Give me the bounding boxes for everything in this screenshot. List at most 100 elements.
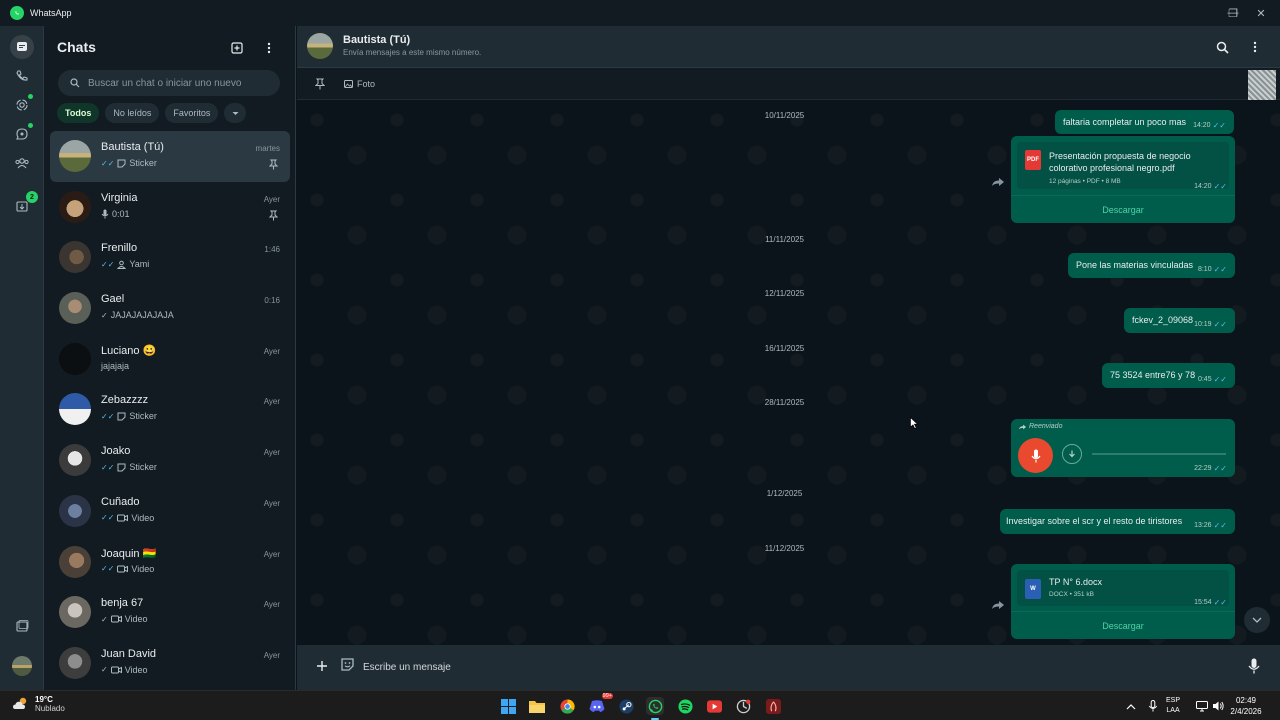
chat-row-juan-david[interactable]: Juan David ✓ Video Ayer: [50, 638, 290, 689]
message-bubble[interactable]: Pone las materias vinculadas 8:10 ✓✓: [1068, 253, 1235, 278]
avatar[interactable]: [307, 33, 333, 59]
archived-badge: 2: [26, 191, 38, 203]
weather-widget[interactable]: 19°C Nublado: [12, 695, 65, 713]
video-app-button[interactable]: [705, 697, 723, 715]
message-bubble[interactable]: faltaria completar un poco mas 14:20 ✓✓: [1055, 110, 1234, 134]
chat-preview: ✓✓ Sticker: [101, 158, 157, 168]
chat-row-luciano[interactable]: Luciano 😀 jajajaja Ayer: [50, 334, 290, 385]
communities-nav-button[interactable]: [10, 151, 34, 175]
microphone-tray-icon[interactable]: [1147, 700, 1159, 712]
chats-nav-button[interactable]: [10, 35, 34, 59]
weather-text: Nublado: [35, 704, 65, 713]
steam-button[interactable]: [617, 697, 635, 715]
date-separator: 16/11/2025: [764, 344, 805, 353]
game-launcher-button[interactable]: [734, 697, 752, 715]
chat-row-joaquin[interactable]: Joaquin 🇧🇴 ✓✓ Video Ayer: [50, 537, 290, 588]
profile-nav-button[interactable]: [10, 654, 34, 678]
start-button[interactable]: [499, 697, 517, 715]
discord-button[interactable]: 99+: [588, 693, 613, 715]
chat-list-panel: Chats Buscar un chat o iniciar uno nuevo…: [44, 26, 296, 690]
close-button[interactable]: ✕: [1246, 0, 1276, 26]
download-button[interactable]: Descargar: [1011, 195, 1235, 223]
input-language[interactable]: ESP LAA: [1166, 696, 1180, 716]
chat-row-zebazzzz[interactable]: Zebazzzz ✓✓ Sticker Ayer: [50, 384, 290, 435]
chat-row-cunado[interactable]: Cuñado ✓✓ Video Ayer: [50, 486, 290, 537]
message-meta: 10:19 ✓✓: [1194, 320, 1227, 329]
avatar: [59, 393, 91, 426]
other-app-button[interactable]: [764, 697, 782, 715]
clock-time: 02:49: [1235, 696, 1257, 705]
read-ticks-icon: ✓✓: [1213, 320, 1227, 329]
chat-row-benja[interactable]: benja 67 ✓ Video Ayer: [50, 587, 290, 638]
chat-preview: ✓✓ Sticker: [101, 411, 157, 422]
pin-icon: [269, 210, 278, 221]
restore-icon: ❐: [1228, 7, 1238, 20]
microphone-icon: [101, 209, 109, 219]
chat-menu-button[interactable]: [1246, 38, 1264, 56]
chat-contact-name[interactable]: Bautista (Tú): [343, 34, 410, 46]
message-bubble[interactable]: 75 3524 entre76 y 78 0:45 ✓✓: [1102, 363, 1235, 388]
download-audio-button[interactable]: [1062, 444, 1082, 464]
attach-button[interactable]: [314, 658, 330, 674]
whatsapp-taskbar-button[interactable]: [646, 697, 664, 720]
file-message-bubble[interactable]: W TP N° 6.docx DOCX • 351 kB 15:54 ✓✓ Des…: [1011, 564, 1235, 639]
restore-button[interactable]: ❐: [1218, 0, 1248, 26]
avatar: [59, 190, 91, 223]
chevron-down-icon: [1252, 617, 1262, 623]
filter-favoritos[interactable]: Favoritos: [165, 103, 219, 123]
pinned-message-bar[interactable]: Foto: [297, 68, 1280, 102]
pdf-file-icon: PDF: [1025, 150, 1041, 170]
date-separator: 12/11/2025: [764, 289, 805, 298]
chat-time: 1:46: [264, 245, 280, 255]
chat-row-bautista[interactable]: Bautista (Tú) ✓✓ Sticker martes: [50, 131, 290, 182]
chats-menu-button[interactable]: [259, 38, 279, 58]
avatar: [59, 140, 91, 172]
chat-time: 0:16: [264, 296, 280, 306]
chat-row-frenillo[interactable]: Frenillo ✓✓ Yami 1:46: [50, 232, 290, 283]
chat-row-gael[interactable]: Gael ✓ JAJAJAJAJAJA 0:16: [50, 283, 290, 334]
network-icon[interactable]: [1196, 700, 1208, 712]
download-button[interactable]: Descargar: [1011, 611, 1235, 639]
chat-list: Bautista (Tú) ✓✓ Sticker martes Virginia …: [50, 131, 290, 689]
windows-taskbar: 19°C Nublado 99+ ESP LAA 02:49 2/4/2026: [0, 690, 1280, 720]
spotify-button[interactable]: [676, 697, 694, 715]
forward-button[interactable]: [991, 597, 1005, 609]
message-input[interactable]: [363, 654, 1243, 680]
photo-icon: [344, 80, 353, 88]
audio-progress-track[interactable]: [1092, 453, 1226, 455]
clock[interactable]: 02:49 2/4/2026: [1228, 695, 1264, 717]
voice-message-bubble[interactable]: Reenviado 22:29 ✓✓: [1011, 419, 1235, 477]
plus-icon: [317, 661, 327, 671]
voice-avatar: [1018, 438, 1053, 473]
temperature: 19°C: [35, 695, 53, 704]
scroll-to-bottom-button[interactable]: [1244, 607, 1270, 633]
message-bubble[interactable]: fckev_2_09068 10:19 ✓✓: [1124, 308, 1235, 333]
filter-todos[interactable]: Todos: [57, 103, 100, 123]
forward-button[interactable]: [991, 174, 1005, 186]
new-chat-button[interactable]: [227, 38, 247, 58]
voice-record-button[interactable]: [1248, 658, 1262, 674]
chat-row-virginia[interactable]: Virginia 0:01 Ayer: [50, 182, 290, 233]
chat-preview: jajajaja: [101, 360, 130, 371]
chat-search-input[interactable]: Buscar un chat o iniciar uno nuevo: [58, 70, 280, 96]
message-bubble[interactable]: Investigar sobre el scr y el resto de ti…: [1000, 509, 1235, 534]
filter-more-button[interactable]: [224, 103, 247, 123]
file-explorer-button[interactable]: [528, 697, 546, 715]
pinned-thumbnail[interactable]: [1248, 70, 1276, 102]
file-message-bubble[interactable]: PDF Presentación propuesta de negocio co…: [1011, 136, 1235, 223]
chat-header[interactable]: Bautista (Tú) Envía mensajes a este mism…: [297, 26, 1280, 68]
chats-icon: [17, 42, 27, 51]
more-options-icon: [1253, 41, 1257, 53]
chat-preview: ✓✓ Yami: [101, 259, 150, 270]
volume-icon[interactable]: [1212, 700, 1224, 712]
filter-no-leidos[interactable]: No leídos: [105, 103, 160, 123]
emoji-button[interactable]: [340, 657, 357, 674]
search-chat-button[interactable]: [1213, 38, 1231, 56]
media-nav-button[interactable]: [10, 614, 34, 638]
whatsapp-logo-icon: [10, 6, 24, 20]
chat-row-joako[interactable]: Joako ✓✓ Sticker Ayer: [50, 435, 290, 486]
chrome-button[interactable]: [558, 697, 576, 715]
sticker-icon: [117, 159, 126, 167]
calls-nav-button[interactable]: [10, 64, 34, 88]
show-hidden-icons-chevron-up-icon[interactable]: [1125, 701, 1137, 713]
